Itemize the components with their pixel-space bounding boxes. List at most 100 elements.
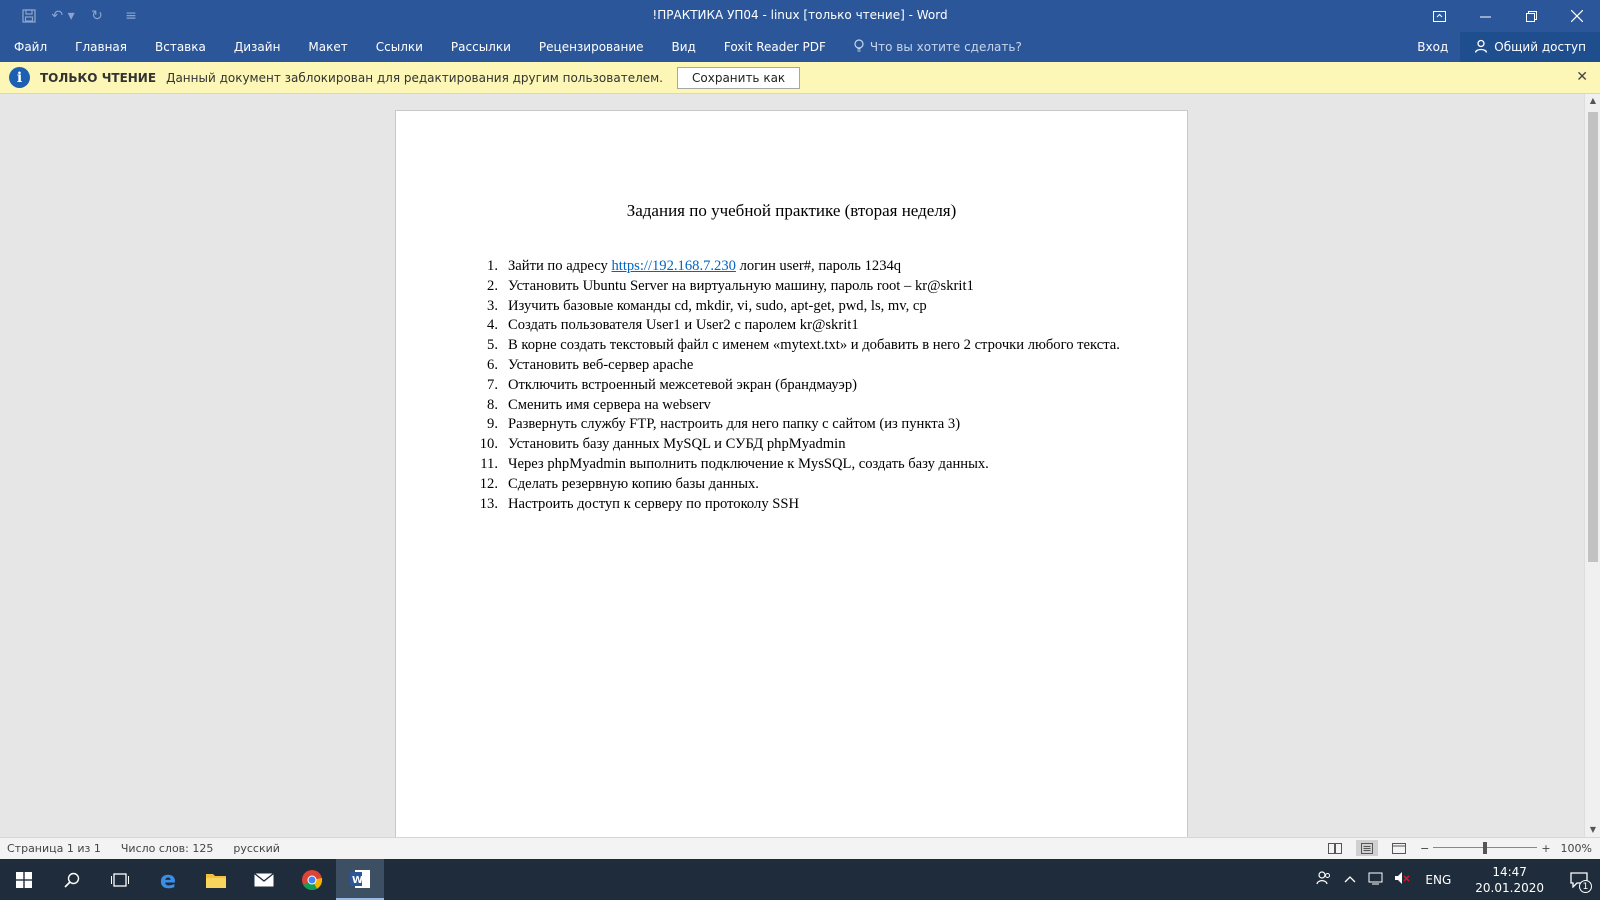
list-item: 10. Установить базу данных MySQL и СУБД p… — [471, 435, 1141, 455]
read-only-message-bar: i ТОЛЬКО ЧТЕНИЕ Данный документ заблокир… — [0, 62, 1600, 94]
list-number: 2. — [487, 277, 498, 294]
task-view-icon[interactable] — [96, 859, 144, 900]
zoom-out-icon[interactable]: − — [1420, 842, 1429, 855]
save-as-button[interactable]: Сохранить как — [677, 66, 801, 89]
list-text: Сделать резервную копию базы данных. — [508, 475, 759, 492]
info-icon: i — [9, 67, 30, 88]
zoom-control: − + — [1420, 841, 1550, 855]
action-center-icon[interactable]: 1 — [1558, 859, 1600, 900]
people-icon[interactable] — [1311, 870, 1337, 890]
page-count[interactable]: Страница 1 из 1 — [7, 842, 101, 855]
word-app-icon[interactable]: W — [336, 859, 384, 900]
ribbon-display-options-icon[interactable] — [1416, 0, 1462, 32]
list-number: 12. — [479, 475, 498, 492]
list-number: 10. — [479, 436, 498, 453]
notification-count-badge: 1 — [1579, 880, 1592, 893]
web-layout-icon[interactable] — [1388, 840, 1410, 856]
clock-time: 14:47 — [1492, 864, 1527, 879]
sign-in-link[interactable]: Вход — [1405, 40, 1460, 54]
list-text: Установить базу данных MySQL и СУБД phpM… — [508, 436, 846, 453]
read-mode-icon[interactable] — [1324, 840, 1346, 856]
list-text: Установить веб-сервер apache — [508, 356, 694, 373]
list-item: 12. Сделать резервную копию базы данных. — [471, 475, 1141, 495]
tab-insert[interactable]: Вставка — [141, 40, 220, 54]
close-icon[interactable] — [1554, 0, 1600, 32]
file-explorer-icon[interactable] — [192, 859, 240, 900]
minimize-icon[interactable] — [1462, 0, 1508, 32]
ribbon-account-area: Вход Общий доступ — [1405, 32, 1600, 62]
list-number: 7. — [487, 376, 498, 393]
list-item: 5. В корне создать текстовый файл с имене… — [471, 336, 1141, 356]
list-item: 9. Развернуть службу FTP, настроить для н… — [471, 415, 1141, 435]
clock-date: 20.01.2020 — [1475, 880, 1544, 895]
scroll-down-icon[interactable]: ▼ — [1585, 823, 1600, 837]
tab-mailings[interactable]: Рассылки — [437, 40, 525, 54]
list-number: 3. — [487, 297, 498, 314]
list-number: 11. — [480, 455, 498, 472]
zoom-in-icon[interactable]: + — [1541, 842, 1550, 855]
volume-muted-icon[interactable] — [1389, 871, 1415, 889]
share-label: Общий доступ — [1494, 40, 1586, 54]
read-only-message: Данный документ заблокирован для редакти… — [166, 70, 663, 85]
list-number: 9. — [487, 416, 498, 433]
read-only-title: ТОЛЬКО ЧТЕНИЕ — [40, 70, 157, 85]
zoom-slider[interactable] — [1433, 841, 1538, 855]
print-layout-icon[interactable] — [1356, 840, 1379, 856]
tell-me-placeholder: Что вы хотите сделать? — [869, 40, 1022, 54]
tab-references[interactable]: Ссылки — [362, 40, 437, 54]
edge-browser-icon[interactable]: e — [144, 859, 192, 900]
zoom-thumb[interactable] — [1483, 842, 1488, 854]
tab-review[interactable]: Рецензирование — [525, 40, 658, 54]
lightbulb-icon — [854, 38, 864, 56]
network-icon[interactable] — [1363, 871, 1389, 889]
tab-view[interactable]: Вид — [658, 40, 710, 54]
language-indicator[interactable]: русский — [233, 842, 280, 855]
list-item: 13. Настроить доступ к серверу по протоко… — [471, 495, 1141, 515]
chrome-icon[interactable] — [288, 859, 336, 900]
tab-foxit-reader-pdf[interactable]: Foxit Reader PDF — [710, 40, 840, 54]
tab-design[interactable]: Дизайн — [220, 40, 295, 54]
tab-file[interactable]: Файл — [0, 40, 61, 54]
tab-layout[interactable]: Макет — [294, 40, 361, 54]
ribbon-tabs-bar: Файл Главная Вставка Дизайн Макет Ссылки… — [0, 32, 1600, 62]
list-text: Настроить доступ к серверу по протоколу … — [508, 495, 800, 512]
list-number: 5. — [487, 337, 498, 354]
windows-taskbar: e W ENG 14:47 20.01.2020 1 — [0, 859, 1600, 900]
search-icon[interactable] — [48, 859, 96, 900]
tell-me-search[interactable]: Что вы хотите сделать? — [840, 38, 1022, 56]
list-text: Через phpMyadmin выполнить подключение к… — [508, 455, 989, 472]
chevron-up-icon[interactable] — [1337, 872, 1363, 887]
list-text: Установить Ubuntu Server на виртуальную … — [508, 277, 974, 294]
tab-home[interactable]: Главная — [61, 40, 141, 54]
list-text: В корне создать текстовый файл с именем … — [508, 337, 1120, 354]
svg-text:W: W — [352, 875, 363, 886]
vertical-scrollbar[interactable]: ▲ ▼ — [1584, 94, 1600, 837]
document-page[interactable]: Задания по учебной практике (вторая неде… — [395, 110, 1188, 837]
zoom-level[interactable]: 100% — [1561, 842, 1592, 855]
restore-icon[interactable] — [1508, 0, 1554, 32]
url-link[interactable]: https://192.168.7.230 — [611, 258, 735, 274]
list-text: Изучить базовые команды cd, mkdir, vi, s… — [508, 297, 927, 314]
close-message-bar-icon[interactable]: ✕ — [1576, 69, 1588, 85]
status-bar: Страница 1 из 1 Число слов: 125 русский … — [0, 837, 1600, 859]
list-number: 8. — [487, 396, 498, 413]
list-text: Развернуть службу FTP, настроить для нег… — [508, 416, 961, 433]
share-button[interactable]: Общий доступ — [1460, 32, 1600, 62]
task-list: 1. Зайти по адресу https://192.168.7.230 … — [471, 257, 1141, 514]
document-title: Задания по учебной практике (вторая неде… — [626, 201, 957, 220]
input-language[interactable]: ENG — [1415, 873, 1461, 887]
mail-icon[interactable] — [240, 859, 288, 900]
list-item: 4. Создать пользователя User1 и User2 с п… — [471, 316, 1141, 336]
window-title: !ПРАКТИКА УП04 - linux [только чтение] -… — [652, 8, 948, 22]
list-item: 1. Зайти по адресу https://192.168.7.230 … — [471, 257, 1141, 277]
clock[interactable]: 14:47 20.01.2020 — [1461, 864, 1558, 896]
list-item: 11. Через phpMyadmin выполнить подключени… — [471, 455, 1141, 475]
list-number: 4. — [487, 317, 498, 334]
list-item: 8. Сменить имя сервера на webserv — [471, 396, 1141, 416]
list-item: 3. Изучить базовые команды cd, mkdir, vi,… — [471, 297, 1141, 317]
word-count[interactable]: Число слов: 125 — [121, 842, 214, 855]
windows-start-icon[interactable] — [0, 859, 48, 900]
scrollbar-thumb[interactable] — [1588, 112, 1598, 562]
scroll-up-icon[interactable]: ▲ — [1585, 94, 1600, 108]
list-text: Сменить имя сервера на webserv — [508, 396, 711, 413]
